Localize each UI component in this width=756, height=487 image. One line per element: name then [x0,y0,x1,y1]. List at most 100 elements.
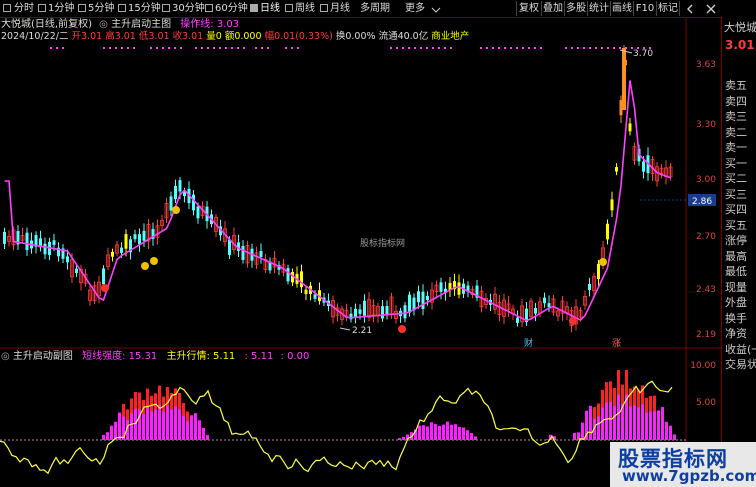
quote-label: 买四 [725,203,747,216]
candle-body [358,309,362,314]
candle-body [304,289,308,294]
candle-body [439,282,443,292]
signal-dot [498,47,500,49]
low-price-label: 2.21 [352,326,372,336]
signal-dot [595,47,597,49]
signal-dot [540,47,542,49]
strength-bar-red [130,398,133,414]
leader-line [339,327,351,331]
strength-bar [669,425,672,440]
candle-body [169,196,173,211]
candle-body [543,297,546,304]
strength-bar-red [122,403,125,417]
strength-bar-red [613,388,616,407]
candle-body [426,295,429,301]
strength-bar-red [617,370,620,395]
candle-body [313,294,317,299]
candle-body [43,243,47,255]
signal-dot [255,47,257,49]
candle-body [196,206,200,219]
strength-bar [438,425,441,440]
strength-bar-red [182,403,185,417]
sub-indicator-name[interactable]: 主升启动副图 [13,351,73,362]
candle-body [381,306,384,319]
money-bag-icon [599,258,607,266]
settings-icon[interactable]: ◎ [1,351,10,362]
candle-body [124,234,128,249]
signal-dot [156,47,158,49]
signal-dot [607,47,609,49]
sub-axis-label: 5.00 [695,398,716,408]
strength-bar-red [134,391,137,409]
stock-name: 大悦城 [724,21,756,34]
signal-dot [486,47,488,49]
strength-bar-red [126,409,129,421]
candle-body [403,305,407,319]
strength-bar-red [609,381,612,402]
price-axis-label: 2.43 [695,285,716,295]
price-axis-label: 3.30 [695,120,716,130]
strength-bar [398,438,401,440]
signal-dot [121,47,123,49]
quote-label: 最高 [725,249,747,263]
strength-bar [665,421,668,440]
signal-dot [201,47,203,49]
candle-body [421,291,425,309]
price-axis-label: 2.70 [695,232,716,242]
quote-label: 买三 [725,187,747,201]
strength-bar [202,427,205,440]
signal-dot [504,47,506,49]
candle-body [408,294,411,313]
quote-label: 卖一 [725,141,747,154]
signal-dot [444,47,446,49]
signal-dot [390,47,392,49]
strength-bar [545,439,548,440]
price-axis-label: 3.00 [695,175,716,185]
strength-bar [446,421,449,440]
strength-bar [418,425,421,440]
signal-dot [62,47,64,49]
logo-url: www.7gpzb.com [622,467,756,485]
sell-marker [101,284,109,292]
signal-dot [510,47,512,49]
strength-bar-red [625,370,628,395]
sub-chart-header: ◎ 主升启动副图 短线强度: 15.31 主升行情: 5.11 : 5.11 :… [1,351,309,363]
candle-body [547,303,551,308]
oscillator-line [0,380,673,475]
quote-label: 卖四 [725,94,747,108]
candle-body [75,268,78,273]
signal-dot [492,47,494,49]
signal-dot [231,47,233,49]
sub-value-1: : 5.11 [244,351,274,362]
candle-body [3,231,6,244]
candle-body [142,230,146,241]
signal-dot [168,47,170,49]
signal-dot [219,47,221,49]
high-price-label: 3.70 [633,49,653,59]
strength-bar-red [649,396,652,412]
sell-marker [569,317,577,325]
signal-dot [619,47,621,49]
strength-bar [426,426,429,440]
signal-dot [162,47,164,49]
signal-dot [438,47,440,49]
signal-dot [426,47,428,49]
candle-body [133,234,137,240]
signal-dot [577,47,579,49]
signal-dot [408,47,410,49]
strength-bar-red [629,388,632,407]
signal-dot [127,47,129,49]
signal-dot [291,47,293,49]
strength-bar [198,420,201,440]
signal-dot [109,47,111,49]
candle-body [534,307,537,314]
strength-bar-red [150,395,153,412]
signal-dot [450,47,452,49]
strength-bar [673,434,676,440]
candle-body [606,223,609,240]
candle-body [642,161,645,172]
strength-bar-red [162,396,165,412]
strength-bar [450,424,453,440]
strength-bar [470,433,473,440]
main-trend-value: 主升行情: 5.11 [166,351,236,362]
